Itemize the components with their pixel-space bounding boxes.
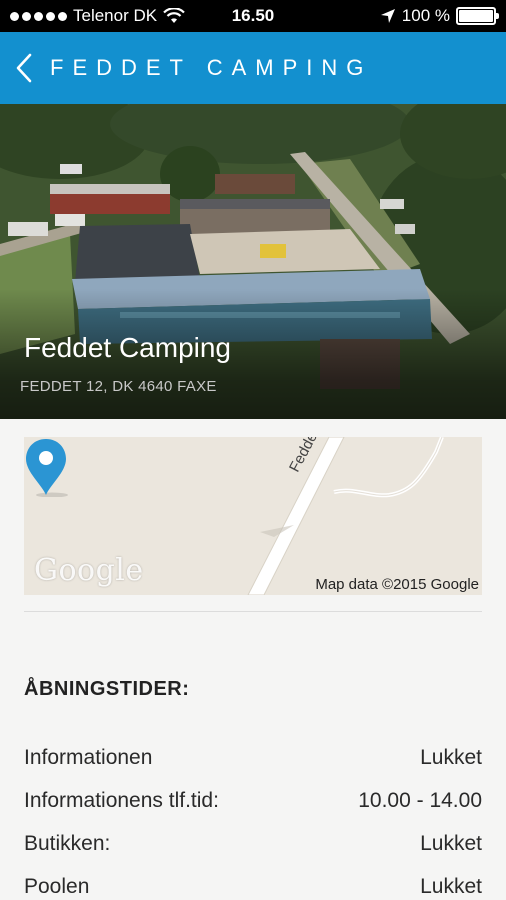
opening-hours-title: ÅBNINGSTIDER:	[24, 678, 190, 700]
hours-label: Informationens tlf.tid:	[24, 788, 219, 812]
status-time: 16.50	[231, 6, 275, 25]
location-arrow-icon	[380, 9, 395, 23]
chevron-left-icon	[16, 53, 32, 83]
hours-value: Lukket	[420, 745, 482, 769]
hours-value: Lukket	[420, 874, 482, 898]
battery-icon	[456, 7, 499, 25]
battery-percentage: 100 %	[401, 6, 450, 25]
hours-value: 10.00 - 14.00	[358, 788, 482, 812]
wifi-icon	[163, 8, 185, 23]
hours-label: Butikken:	[24, 831, 111, 855]
campsite-address: FEDDET 12, DK 4640 FAXE	[20, 378, 217, 395]
carrier-name: Telenor DK	[73, 6, 158, 25]
location-map[interactable]: Feddet Google Map data ©2015 Google	[24, 437, 482, 595]
hours-row: Informationen Lukket	[24, 736, 482, 779]
page-title: FEDDET CAMPING	[50, 55, 373, 80]
signal-strength-icon	[10, 11, 67, 21]
hours-row: Butikken: Lukket	[24, 822, 482, 865]
hours-label: Informationen	[24, 745, 153, 769]
google-logo: Google	[34, 553, 144, 588]
hours-value: Lukket	[420, 831, 482, 855]
back-button[interactable]	[10, 50, 38, 86]
status-left: Telenor DK	[10, 0, 185, 32]
opening-hours-list: Informationen Lukket Informationens tlf.…	[24, 736, 482, 900]
divider	[24, 611, 482, 612]
hours-label: Poolen	[24, 874, 90, 898]
status-bar: Telenor DK 16.50 100 %	[0, 0, 506, 32]
hero-image: Feddet Camping FEDDET 12, DK 4640 FAXE	[0, 104, 506, 419]
map-pin-icon[interactable]	[24, 437, 68, 497]
hours-row: Informationens tlf.tid: 10.00 - 14.00	[24, 779, 482, 822]
map-attribution: Map data ©2015 Google	[315, 576, 479, 593]
hours-row: Poolen Lukket	[24, 865, 482, 900]
campsite-name: Feddet Camping	[24, 332, 232, 363]
status-right: 100 %	[380, 0, 499, 32]
navigation-bar: FEDDET CAMPING	[0, 32, 506, 104]
